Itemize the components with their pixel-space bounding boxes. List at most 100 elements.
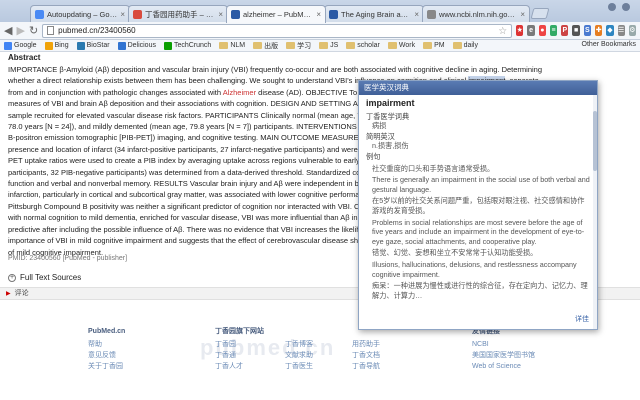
- bookmark-出版[interactable]: 出版: [253, 41, 278, 51]
- close-tab-icon[interactable]: ×: [520, 10, 525, 19]
- address-bar[interactable]: pubmed.cn/23400560 ☆: [42, 23, 513, 38]
- footer-col-dxy-3: 用药助手 丁香文档 丁香导航: [352, 326, 380, 372]
- tab-1[interactable]: Autoupdating – Google Ch ×: [30, 5, 130, 22]
- tab-3[interactable]: alzheimer – PubMed.cn ×: [226, 5, 326, 23]
- extension-icon[interactable]: ☰: [617, 25, 625, 36]
- extension-icon[interactable]: ●: [538, 25, 546, 36]
- bookmark-star-icon[interactable]: ☆: [498, 25, 507, 38]
- bookmark-nlm[interactable]: NLM: [219, 42, 245, 49]
- page-icon: [47, 26, 55, 35]
- close-tab-icon[interactable]: ×: [120, 10, 125, 19]
- url-text: pubmed.cn/23400560: [58, 26, 136, 35]
- bookmark-label: 学习: [297, 42, 312, 50]
- site-icon: [76, 41, 85, 50]
- bookmark-scholar[interactable]: scholar: [346, 42, 380, 49]
- bookmark-label: PM: [434, 42, 445, 49]
- bookmark-delicious[interactable]: Delicious: [117, 41, 156, 50]
- folder-icon: [346, 42, 356, 49]
- folder-icon: [423, 42, 433, 49]
- bookmark-label: TechCrunch: [173, 42, 212, 49]
- window-close-icon[interactable]: [622, 3, 630, 11]
- popup-scroll-thumb[interactable]: [593, 111, 597, 171]
- popup-more-link[interactable]: 详佳: [575, 314, 589, 324]
- footer-link[interactable]: 帮助: [88, 339, 125, 350]
- footer-link[interactable]: 丁香人才: [215, 361, 264, 372]
- bookmark-学习[interactable]: 学习: [286, 41, 311, 51]
- dictionary-popup[interactable]: 医学英汉词典 impairment 丁香医学词典 病损 简明英汉 n.损害,损伤 例句社…: [358, 80, 598, 330]
- footer-link[interactable]: 丁香医生: [285, 361, 313, 372]
- folder-icon: [286, 42, 296, 49]
- bookmark-label: scholar: [357, 42, 380, 49]
- window-minimize-icon[interactable]: [608, 3, 616, 11]
- popup-ex: Problems in social relationships are mos…: [372, 217, 585, 246]
- folder-icon: [319, 42, 329, 49]
- site-icon: [4, 41, 12, 50]
- site-icon: [163, 41, 172, 50]
- footer-link[interactable]: Web of Science: [472, 361, 535, 372]
- bookmark-label: NLM: [230, 42, 246, 49]
- extension-icon[interactable]: S: [583, 25, 592, 36]
- reload-icon[interactable]: ↻: [29, 25, 38, 37]
- globe-icon: [427, 9, 436, 19]
- tab-2[interactable]: 丁香园用药助手 – Edit Item ×: [128, 5, 228, 22]
- footer-link[interactable]: 丁香园: [215, 339, 264, 350]
- tab-5[interactable]: www.ncbi.nlm.nih.gov/pu ×: [422, 5, 530, 22]
- close-tab-icon[interactable]: ×: [414, 10, 419, 19]
- footer-link[interactable]: 丁香博客: [285, 339, 313, 350]
- popup-header: 医学英汉词典: [359, 81, 597, 95]
- extension-icon[interactable]: ≡: [549, 25, 558, 36]
- extension-icon[interactable]: ■: [572, 25, 580, 36]
- popup-ex: 错觉、幻觉、妄想和坐立不安常常于认知功能受损。: [372, 248, 538, 258]
- footer-heading: PubMed.cn: [88, 328, 126, 335]
- full-text-sources-toggle[interactable]: + Full Text Sources: [8, 273, 81, 282]
- popup-ex: 痴呆：一种进展为慢性或进行性的综合征，存在定向力、记忆力、理解力、计算力…: [372, 281, 588, 300]
- footer-link[interactable]: 丁香导航: [352, 361, 380, 372]
- footer-link[interactable]: NCBI: [472, 339, 535, 350]
- tab-title: alzheimer – PubMed.cn: [243, 10, 313, 19]
- footer-link[interactable]: 丁香文档: [352, 350, 380, 361]
- close-tab-icon[interactable]: ×: [316, 10, 321, 19]
- tab-title: 丁香园用药助手 – Edit Item: [145, 9, 216, 19]
- extension-icon[interactable]: P: [561, 25, 569, 36]
- bookmark-daily[interactable]: daily: [452, 42, 478, 49]
- extension-icon[interactable]: ✚: [595, 25, 603, 36]
- bookmark-pm[interactable]: PM: [423, 42, 445, 49]
- new-tab-button[interactable]: [530, 8, 550, 19]
- popup-body: impairment 丁香医学词典 病损 简明英汉 n.损害,损伤 例句 社交重度的口头和…: [359, 95, 597, 304]
- bookmark-label: 出版: [264, 42, 279, 50]
- bookmark-label: Delicious: [127, 42, 156, 49]
- folder-icon: [387, 42, 397, 49]
- popup-def: 病损: [372, 121, 387, 131]
- bookmark-work[interactable]: Work: [387, 42, 416, 49]
- footer-link[interactable]: 文献求助: [285, 350, 313, 361]
- close-tab-icon[interactable]: ×: [218, 10, 223, 19]
- footer-link[interactable]: 美国国家医学图书馆: [472, 350, 535, 361]
- bookmark-bing[interactable]: Bing: [44, 41, 69, 50]
- forward-arrow-icon[interactable]: ▶: [16, 25, 24, 37]
- back-arrow-icon[interactable]: ◀: [4, 25, 12, 37]
- footer-link[interactable]: 关于丁香园: [88, 361, 125, 372]
- footer-heading: [285, 326, 313, 337]
- comments-label: 评论: [14, 290, 29, 297]
- bookmark-js[interactable]: JS: [319, 42, 338, 49]
- chrome-icon: [35, 9, 44, 19]
- extension-icon[interactable]: ◆: [606, 25, 614, 36]
- bookmark-techcrunch[interactable]: TechCrunch: [163, 41, 212, 50]
- other-bookmarks-folder[interactable]: Other Bookmarks: [580, 41, 636, 48]
- bookmark-biostar[interactable]: BioStar: [76, 41, 110, 50]
- bookmark-google[interactable]: Google: [4, 41, 37, 50]
- footer-link[interactable]: 丁香通: [215, 350, 264, 361]
- folder-icon: [219, 42, 229, 49]
- footer-link[interactable]: 用药助手: [352, 339, 380, 350]
- popup-ex: Illusions, hallucinations, delusions, an…: [372, 259, 577, 279]
- wrench-icon[interactable]: ⚙: [628, 25, 637, 36]
- footer-col-links: 友情链接 NCBI 美国国家医学图书馆 Web of Science: [472, 326, 535, 372]
- extension-icon[interactable]: e: [527, 25, 535, 36]
- tab-4[interactable]: The Aging Brain and Cog ×: [324, 5, 424, 22]
- bookmark-label: Work: [398, 42, 416, 49]
- expand-plus-icon: +: [8, 273, 16, 282]
- extension-star-icon[interactable]: ★: [516, 25, 524, 36]
- popup-head: 简明英汉: [366, 131, 395, 141]
- folder-icon: [452, 42, 462, 49]
- footer-link[interactable]: 意见反馈: [88, 350, 125, 361]
